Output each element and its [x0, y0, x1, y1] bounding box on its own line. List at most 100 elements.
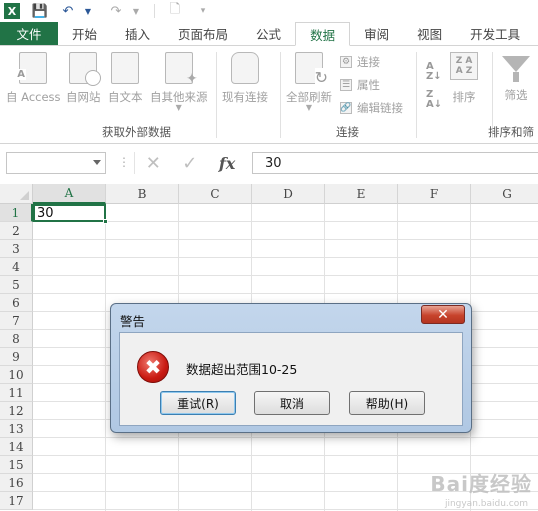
cancel-icon[interactable]: ✕: [146, 153, 161, 174]
tab-insert[interactable]: 插入: [111, 22, 164, 45]
column-header-b[interactable]: B: [106, 184, 179, 204]
properties-label: 属性: [357, 78, 380, 92]
help-button[interactable]: 帮助(H): [349, 391, 425, 415]
tab-page-layout[interactable]: 页面布局: [164, 22, 242, 45]
column-header-g[interactable]: G: [471, 184, 538, 204]
connections-small-icon: ⚙: [340, 56, 352, 68]
grid-line: [33, 509, 538, 510]
row-header-13[interactable]: 13: [0, 420, 33, 438]
row-header-12[interactable]: 12: [0, 402, 33, 420]
retry-button[interactable]: 重试(R): [160, 391, 236, 415]
row-header-9[interactable]: 9: [0, 348, 33, 366]
enter-check-icon[interactable]: ✓: [182, 153, 197, 174]
filter-button[interactable]: 筛选: [502, 52, 530, 102]
existing-connections-label: 现有连接: [222, 90, 268, 104]
grid-line: [33, 221, 538, 222]
insert-function-button[interactable]: fx: [219, 154, 235, 173]
quick-access-toolbar: X 💾 ↶ ▼ ↷ ▼ 🗋 ▾: [0, 0, 538, 22]
row-header-1[interactable]: 1: [0, 204, 33, 222]
row-header-3[interactable]: 3: [0, 240, 33, 258]
connections-icon: [231, 52, 259, 84]
chevron-down-icon: ▼: [305, 103, 313, 112]
text-file-icon: [111, 52, 140, 84]
watermark-url: jingyan.baidu.com: [444, 499, 528, 509]
excel-app-icon[interactable]: X: [4, 3, 20, 19]
chevron-down-icon: ▼: [175, 103, 182, 112]
undo-dropdown-icon[interactable]: ▼: [80, 3, 96, 19]
tab-review[interactable]: 审阅: [350, 22, 403, 45]
existing-connections-button[interactable]: 现有连接: [222, 52, 268, 104]
refresh-all-label: 全部刷新: [286, 90, 332, 104]
from-access-button[interactable]: A 自 Access: [6, 52, 61, 104]
customize-qat-icon[interactable]: ▾: [195, 3, 211, 19]
tab-home[interactable]: 开始: [58, 22, 111, 45]
warning-dialog: 警告 ✕ ✖ 数据超出范围10-25 重试(R) 取消 帮助(H): [110, 303, 472, 433]
edit-links-button[interactable]: 🔗 编辑链接: [340, 100, 403, 116]
row-header-8[interactable]: 8: [0, 330, 33, 348]
tab-view[interactable]: 视图: [403, 22, 456, 45]
new-document-icon[interactable]: 🗋: [167, 2, 183, 19]
sort-dialog-icon: Z AA Z: [450, 52, 478, 80]
save-icon[interactable]: 💾: [32, 3, 48, 19]
properties-button[interactable]: ☰ 属性: [340, 77, 380, 93]
close-button[interactable]: ✕: [421, 305, 465, 324]
row-header-15[interactable]: 15: [0, 456, 33, 474]
row-header-2[interactable]: 2: [0, 222, 33, 240]
group-label-sort-filter: 排序和筛: [488, 125, 534, 139]
tab-data[interactable]: 数据: [295, 22, 351, 46]
selected-cell-a1[interactable]: 30: [33, 204, 108, 224]
row-header-10[interactable]: 10: [0, 366, 33, 384]
sort-button[interactable]: Z AA Z 排序: [450, 52, 478, 104]
row-header-7[interactable]: 7: [0, 312, 33, 330]
group-label-connections: 连接: [336, 125, 359, 139]
error-icon: ✖: [137, 351, 169, 383]
from-text-button[interactable]: 自文本: [108, 52, 143, 104]
ribbon-tabs: 文件 开始 插入 页面布局 公式 数据 审阅 视图 开发工具: [0, 22, 538, 46]
column-header-a[interactable]: A: [33, 184, 106, 204]
group-label-get-external: 获取外部数据: [102, 125, 171, 139]
select-all-corner[interactable]: [0, 184, 33, 204]
row-header-16[interactable]: 16: [0, 474, 33, 492]
formula-input[interactable]: 30: [252, 152, 538, 174]
tab-developer[interactable]: 开发工具: [456, 22, 534, 45]
from-access-label: 自 Access: [6, 90, 61, 104]
dialog-message: 数据超出范围10-25: [186, 362, 298, 377]
redo-dropdown-icon[interactable]: ▼: [128, 3, 144, 19]
name-box[interactable]: [6, 152, 106, 174]
row-header-4[interactable]: 4: [0, 258, 33, 276]
sort-za-icon[interactable]: Z A↓: [426, 90, 442, 110]
watermark-logo: Bai度经验: [430, 472, 532, 496]
column-header-d[interactable]: D: [252, 184, 325, 204]
column-header-f[interactable]: F: [398, 184, 471, 204]
from-web-button[interactable]: 自网站: [66, 52, 102, 104]
chevron-down-icon[interactable]: [93, 160, 101, 165]
row-header-11[interactable]: 11: [0, 384, 33, 402]
filter-label: 筛选: [504, 88, 528, 102]
grid-line: [33, 239, 538, 240]
refresh-icon: [295, 52, 328, 87]
tab-file[interactable]: 文件: [0, 22, 58, 45]
fill-handle[interactable]: [103, 219, 108, 224]
tab-formulas[interactable]: 公式: [242, 22, 295, 45]
redo-icon[interactable]: ↷: [108, 3, 124, 19]
refresh-all-button[interactable]: 全部刷新 ▼: [286, 52, 332, 112]
grid-line: [105, 204, 106, 511]
properties-icon: ☰: [340, 79, 352, 91]
grid-line: [33, 257, 538, 258]
connections-button[interactable]: ⚙ 连接: [340, 54, 380, 70]
group-separator: [416, 52, 417, 138]
row-header-14[interactable]: 14: [0, 438, 33, 456]
from-other-sources-button[interactable]: 自其他来源 ▼: [150, 52, 208, 112]
cancel-button[interactable]: 取消: [254, 391, 330, 415]
sort-az-icon[interactable]: A Z↓: [426, 62, 442, 82]
column-header-e[interactable]: E: [325, 184, 398, 204]
formula-bar: ⋮ ✕ ✓ fx 30: [0, 144, 538, 184]
row-header-6[interactable]: 6: [0, 294, 33, 312]
formula-bar-grip-icon[interactable]: ⋮: [118, 155, 130, 169]
undo-icon[interactable]: ↶: [60, 3, 76, 19]
row-header-5[interactable]: 5: [0, 276, 33, 294]
row-header-17[interactable]: 17: [0, 492, 33, 510]
column-header-c[interactable]: C: [179, 184, 252, 204]
grid-line: [33, 275, 538, 276]
sort-label: 排序: [452, 90, 476, 104]
